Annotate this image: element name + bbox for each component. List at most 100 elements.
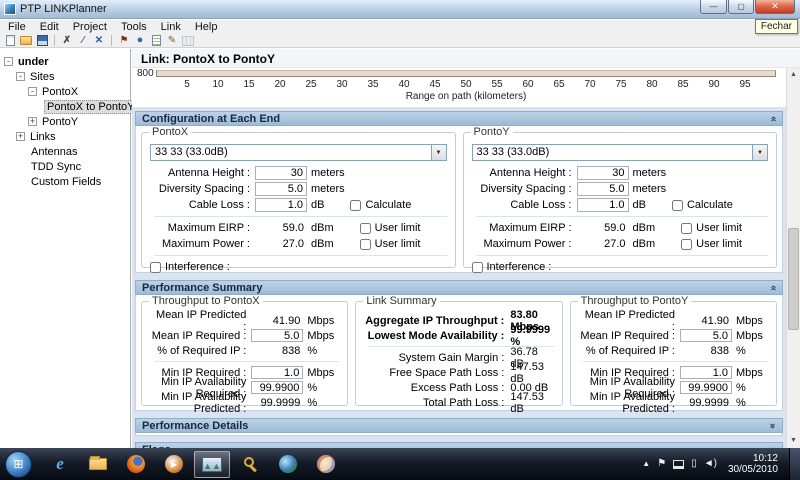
unit-label: Mbps [307,315,339,327]
title-bar: PTP LINKPlanner [0,0,800,19]
section-header-performance-details[interactable]: Performance Details « [135,418,783,433]
show-desktop-button[interactable] [789,448,800,480]
menu-help[interactable]: Help [188,20,225,34]
collapse-chevron-icon[interactable]: « [768,116,778,122]
antenna-height-input[interactable] [255,166,307,180]
field-label: Maximum EIRP : [150,222,250,234]
vertical-scrollbar[interactable]: ▲ ▼ [786,68,800,448]
close-button[interactable]: ✕ [755,0,795,14]
taskbar-google-earth-button[interactable] [270,451,306,478]
tree-item-links[interactable]: + Links [0,129,130,144]
section-header-performance-summary[interactable]: Performance Summary « [135,280,783,295]
min-availability-required-input[interactable] [251,381,303,394]
cable-loss-input[interactable] [255,198,307,212]
taskbar-ie-button[interactable]: e [42,451,78,478]
interference-checkbox[interactable] [472,262,483,273]
tree-item-label: Links [28,131,58,143]
diversity-spacing-input[interactable] [577,182,629,196]
unit-label: dB [311,199,324,211]
tray-expand-icon[interactable]: ▲ [642,460,650,468]
new-project-icon[interactable] [3,34,17,47]
section-title: Configuration at Each End [142,113,280,125]
tree-item-sites[interactable]: - Sites [0,69,130,84]
firefox-icon [127,455,145,473]
antenna-select-pontox[interactable]: 33 33 (33.0dB) ▼ [150,144,447,161]
tree-item-pontox-to-pontoy[interactable]: PontoX to PontoY [0,99,130,114]
calculate-checkbox[interactable] [350,200,361,211]
expander-icon[interactable]: - [4,57,13,66]
menu-project[interactable]: Project [66,20,114,34]
x-axis-tick-label: 70 [584,79,595,90]
new-link-icon[interactable]: ∕ [76,34,90,47]
expander-icon[interactable]: + [16,132,25,141]
taskbar-clock[interactable]: 10:12 30/05/2010 [728,453,778,475]
tree-item-custom-fields[interactable]: Custom Fields [0,174,130,189]
menu-edit[interactable]: Edit [33,20,66,34]
user-limit-checkbox[interactable] [681,223,692,234]
taskbar-media-player-button[interactable]: ▶ [156,451,192,478]
chevron-down-icon[interactable]: ▼ [752,145,767,160]
calculate-checkbox[interactable] [672,200,683,211]
tree-item-pontoy[interactable]: + PontoY [0,114,130,129]
cable-loss-input[interactable] [577,198,629,212]
expander-icon[interactable]: - [28,87,37,96]
antenna-height-input[interactable] [577,166,629,180]
expander-icon[interactable]: + [28,117,37,126]
paint-icon [317,455,335,473]
network-icon[interactable] [673,460,684,469]
field-label: Lowest Mode Availability : [364,330,504,342]
taskbar-firefox-button[interactable] [118,451,154,478]
menu-link[interactable]: Link [154,20,188,34]
tree-item-pontox[interactable]: - PontoX [0,84,130,99]
field-label: Mean IP Required : [150,330,246,342]
taskbar-explorer-button[interactable] [80,451,116,478]
scroll-down-arrow[interactable]: ▼ [787,434,800,448]
globe-icon[interactable]: ● [133,34,147,47]
page-title: Link: PontoX to PontoY [132,49,800,68]
tree-item-tdd-sync[interactable]: TDD Sync [0,159,130,174]
delete-icon[interactable]: ✕ [92,34,106,47]
menu-tools[interactable]: Tools [114,20,154,34]
taskbar-linkplanner-button[interactable]: ▲▲ [194,451,230,478]
user-limit-checkbox[interactable] [360,239,371,250]
diversity-spacing-input[interactable] [255,182,307,196]
antenna-select-pontoy[interactable]: 33 33 (33.0dB) ▼ [472,144,769,161]
scroll-up-arrow[interactable]: ▲ [787,68,800,82]
tree-item-project[interactable]: - under [0,54,130,69]
scrollbar-thumb[interactable] [788,228,799,331]
min-ip-required-input[interactable] [680,366,732,379]
user-limit-checkbox[interactable] [360,223,371,234]
section-header-configuration[interactable]: Configuration at Each End « [135,111,783,126]
collapse-chevron-icon[interactable]: « [768,285,778,291]
min-availability-required-input[interactable] [680,381,732,394]
mean-ip-required-input[interactable] [680,329,732,342]
mean-ip-required-input[interactable] [251,329,303,342]
flag-icon[interactable]: ⚑ [117,34,131,47]
open-project-icon[interactable] [19,34,33,47]
menu-file[interactable]: File [1,20,33,34]
expand-chevron-icon[interactable]: « [768,423,778,429]
report-icon[interactable] [149,34,163,47]
x-axis-tick-label: 80 [646,79,657,90]
new-site-icon[interactable]: ✗ [60,34,74,47]
volume-icon[interactable]: ◄) [704,459,717,469]
settings-icon[interactable]: ✎ [165,34,179,47]
start-button[interactable]: ⊞ [5,451,32,478]
user-limit-checkbox[interactable] [681,239,692,250]
clock-date: 30/05/2010 [728,464,778,475]
chevron-down-icon[interactable]: ▼ [431,145,446,160]
save-project-icon[interactable] [35,34,49,47]
taskbar-paint-button[interactable] [308,451,344,478]
tree-item-antennas[interactable]: Antennas [0,144,130,159]
table-icon[interactable] [181,34,195,47]
min-ip-required-input[interactable] [251,366,303,379]
diversity-spacing-row: Diversity Spacing : meters [472,181,769,197]
minimize-button[interactable]: — [700,0,727,14]
interference-checkbox[interactable] [150,262,161,273]
taskbar-keys-button[interactable] [232,451,268,478]
unit-label: meters [633,183,667,195]
power-icon[interactable]: ▯ [691,459,697,469]
maximize-button[interactable]: ▢ [728,0,754,14]
expander-icon[interactable]: - [16,72,25,81]
action-center-flag-icon[interactable]: ⚑ [657,459,666,469]
